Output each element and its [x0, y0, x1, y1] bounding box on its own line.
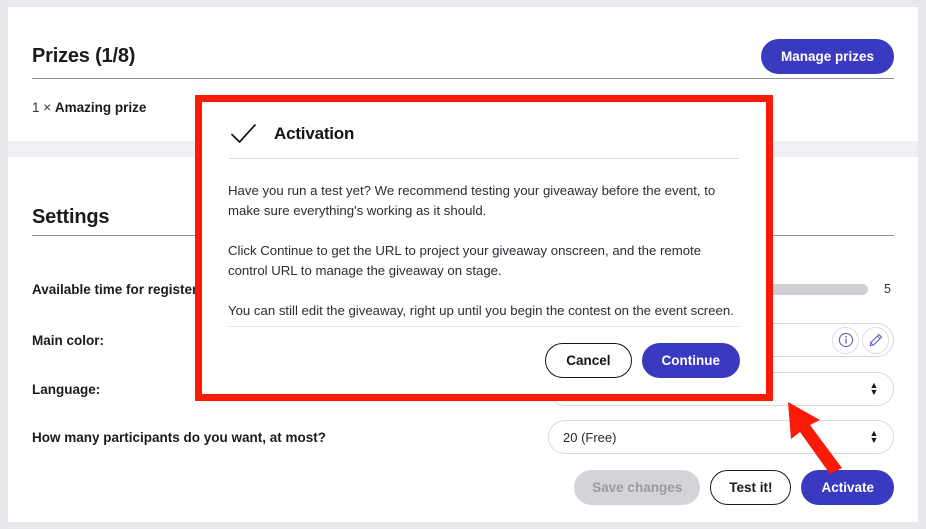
max-participants-label: How many participants do you want, at mo… — [32, 429, 327, 445]
setting-row-max-participants: How many participants do you want, at mo… — [32, 417, 894, 457]
chevron-updown-icon: ▲ ▼ — [869, 380, 879, 397]
pencil-icon[interactable] — [862, 326, 889, 354]
activation-modal-body: Have you run a test yet? We recommend te… — [228, 159, 740, 326]
modal-paragraph-2: Click Continue to get the URL to project… — [228, 243, 702, 278]
prize-list-item: 1 × Amazing prize — [32, 100, 146, 115]
save-changes-button[interactable]: Save changes — [574, 470, 701, 505]
info-icon[interactable] — [832, 326, 859, 354]
activation-modal-header: Activation — [228, 102, 740, 158]
available-time-value: 5 — [884, 282, 891, 296]
test-it-button[interactable]: Test it! — [710, 470, 792, 505]
max-participants-control: 20 (Free) ▲ ▼ — [548, 420, 894, 454]
prize-name: Amazing prize — [54, 100, 147, 115]
prizes-title: Prizes (1/8) — [32, 44, 136, 67]
modal-paragraph-1: Have you run a test yet? We recommend te… — [228, 183, 716, 218]
activation-modal-title: Activation — [274, 124, 355, 143]
activation-modal: Activation Have you run a test yet? We r… — [195, 95, 773, 401]
continue-button[interactable]: Continue — [641, 343, 740, 378]
cancel-button[interactable]: Cancel — [545, 343, 632, 378]
activation-modal-footer: Cancel Continue — [228, 327, 740, 394]
available-time-label: Available time for register — [32, 281, 198, 297]
checkmark-icon — [228, 119, 258, 149]
activate-button[interactable]: Activate — [801, 470, 894, 505]
prizes-header: Prizes (1/8) Manage prizes — [32, 35, 894, 77]
activation-modal-content: Activation Have you run a test yet? We r… — [202, 102, 766, 394]
settings-actions: Save changes Test it! Activate — [574, 470, 894, 505]
max-participants-select[interactable]: 20 (Free) ▲ ▼ — [548, 420, 894, 454]
chevron-updown-icon: ▲ ▼ — [869, 428, 879, 445]
prizes-divider — [32, 78, 894, 79]
main-color-label: Main color: — [32, 332, 105, 348]
app-screen: Prizes (1/8) Manage prizes 1 × Amazing p… — [0, 0, 926, 529]
language-label: Language: — [32, 381, 101, 397]
settings-title: Settings — [32, 205, 110, 228]
modal-paragraph-3: You can still edit the giveaway, right u… — [228, 303, 734, 318]
max-participants-value: 20 (Free) — [563, 429, 617, 445]
prize-quantity: 1 × — [32, 100, 55, 115]
manage-prizes-button[interactable]: Manage prizes — [760, 38, 894, 74]
